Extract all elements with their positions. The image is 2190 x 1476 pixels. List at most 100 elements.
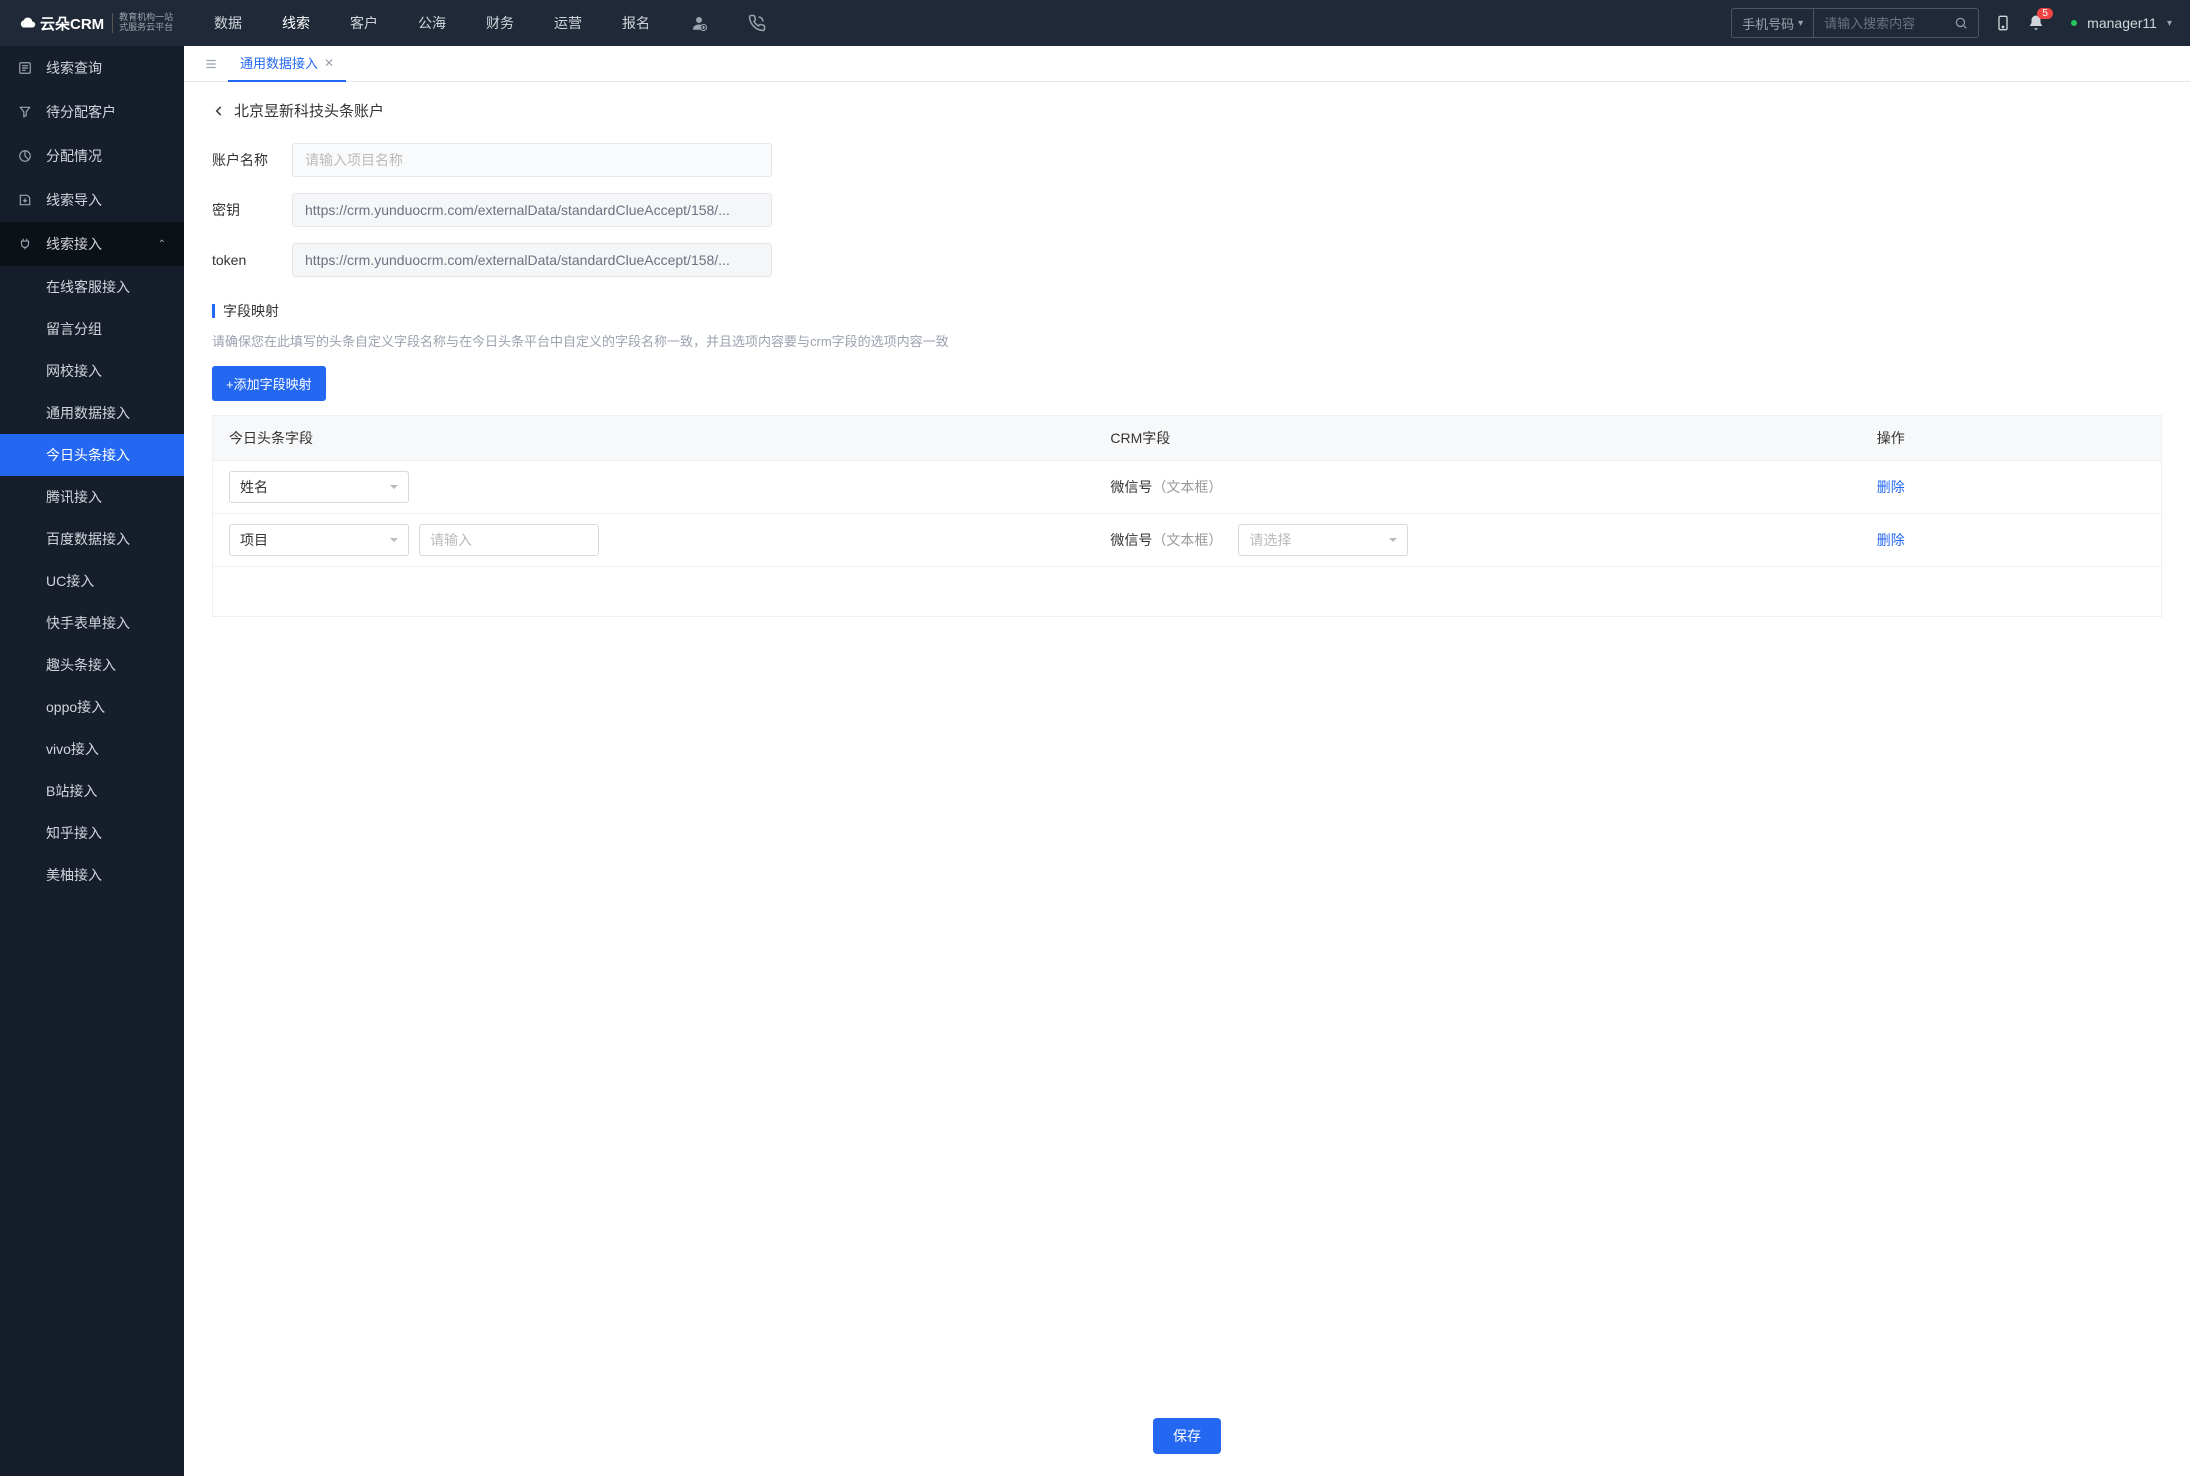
td-crm: 微信号（文本框） bbox=[1110, 477, 1876, 497]
section-desc: 请确保您在此填写的头条自定义字段名称与在今日头条平台中自定义的字段名称一致，并且… bbox=[212, 331, 2162, 350]
secret-label: 密钥 bbox=[212, 200, 292, 220]
th-op: 操作 bbox=[1877, 428, 2145, 448]
sidebar-sub-vivo[interactable]: vivo接入 bbox=[0, 728, 184, 770]
content: 北京昱新科技头条账户 账户名称 密钥 token 字段映射 请确保您在此填写的头… bbox=[184, 82, 2190, 1476]
toutiao-field-select[interactable]: 姓名 bbox=[229, 471, 409, 503]
logo-text: 云朵CRM bbox=[40, 13, 104, 34]
sidebar-sub-kuaishou[interactable]: 快手表单接入 bbox=[0, 602, 184, 644]
crm-field-type: （文本框） bbox=[1152, 479, 1222, 495]
table-row-empty bbox=[213, 566, 2161, 616]
nav-customers[interactable]: 客户 bbox=[330, 0, 398, 46]
sidebar-sub-uc[interactable]: UC接入 bbox=[0, 560, 184, 602]
search-type-label: 手机号码 bbox=[1742, 14, 1794, 33]
form-row-name: 账户名称 bbox=[212, 143, 2162, 177]
delete-button[interactable]: 删除 bbox=[1877, 532, 1905, 548]
status-dot bbox=[2071, 20, 2077, 26]
section-bar bbox=[212, 304, 215, 318]
td-op: 删除 bbox=[1877, 477, 2145, 497]
bell-icon[interactable]: 5 bbox=[2027, 14, 2045, 32]
notification-badge: 5 bbox=[2037, 8, 2053, 19]
name-label: 账户名称 bbox=[212, 150, 292, 170]
nav-data[interactable]: 数据 bbox=[194, 0, 262, 46]
add-mapping-button[interactable]: +添加字段映射 bbox=[212, 366, 326, 401]
sidebar-label: 待分配客户 bbox=[46, 102, 116, 122]
name-input[interactable] bbox=[292, 143, 772, 177]
toutiao-extra-input[interactable] bbox=[419, 524, 599, 556]
sidebar-label: 线索查询 bbox=[46, 58, 102, 78]
save-button[interactable]: 保存 bbox=[1153, 1418, 1221, 1454]
mapping-table: 今日头条字段 CRM字段 操作 姓名 微信号（文本框） 删除 bbox=[212, 415, 2162, 617]
logo-subtitle: 教育机构一站 式服务云平台 bbox=[112, 13, 173, 33]
sidebar-label: 线索接入 bbox=[46, 234, 102, 254]
sidebar: 线索查询 待分配客户 分配情况 线索导入 线索接入 ⌃ 在线客服接入 留言分组 … bbox=[0, 46, 184, 1476]
sidebar-sub-message-group[interactable]: 留言分组 bbox=[0, 308, 184, 350]
secret-input[interactable] bbox=[292, 193, 772, 227]
search-input[interactable] bbox=[1814, 16, 1944, 31]
token-input[interactable] bbox=[292, 243, 772, 277]
sidebar-sub-qutoutiao[interactable]: 趣头条接入 bbox=[0, 644, 184, 686]
th-crm: CRM字段 bbox=[1110, 428, 1876, 448]
nav-signup[interactable]: 报名 bbox=[602, 0, 670, 46]
toutiao-field-select[interactable]: 项目 bbox=[229, 524, 409, 556]
nav-clues[interactable]: 线索 bbox=[262, 0, 330, 46]
nav-public[interactable]: 公海 bbox=[398, 0, 466, 46]
sidebar-item-query[interactable]: 线索查询 bbox=[0, 46, 184, 90]
import-icon bbox=[18, 193, 34, 207]
chevron-up-icon: ⌃ bbox=[158, 239, 166, 250]
table-row: 项目 微信号（文本框） 请选择 删除 bbox=[213, 513, 2161, 566]
close-icon[interactable]: ✕ bbox=[324, 56, 334, 70]
tab-generic-access[interactable]: 通用数据接入 ✕ bbox=[228, 46, 346, 82]
td-toutiao: 项目 bbox=[229, 524, 1110, 556]
sidebar-sub-generic[interactable]: 通用数据接入 bbox=[0, 392, 184, 434]
select-value: 姓名 bbox=[240, 477, 268, 497]
sidebar-sub-online-cs[interactable]: 在线客服接入 bbox=[0, 266, 184, 308]
user-name: manager11 bbox=[2087, 15, 2157, 31]
delete-button[interactable]: 删除 bbox=[1877, 479, 1905, 495]
sidebar-item-access[interactable]: 线索接入 ⌃ bbox=[0, 222, 184, 266]
main: 通用数据接入 ✕ 北京昱新科技头条账户 账户名称 密钥 token bbox=[184, 46, 2190, 1476]
logo[interactable]: 云朵CRM 教育机构一站 式服务云平台 bbox=[18, 13, 184, 34]
page-title: 北京昱新科技头条账户 bbox=[234, 100, 384, 121]
sidebar-item-import[interactable]: 线索导入 bbox=[0, 178, 184, 222]
sidebar-sub-school[interactable]: 网校接入 bbox=[0, 350, 184, 392]
crm-field-name: 微信号 bbox=[1110, 532, 1152, 548]
search-type-select[interactable]: 手机号码 ▾ bbox=[1732, 9, 1814, 37]
sidebar-sub-zhihu[interactable]: 知乎接入 bbox=[0, 812, 184, 854]
page-header: 北京昱新科技头条账户 bbox=[212, 100, 2162, 121]
sidebar-item-pending[interactable]: 待分配客户 bbox=[0, 90, 184, 134]
td-op: 删除 bbox=[1877, 530, 2145, 550]
header-right: 手机号码 ▾ 5 manager11 ▾ bbox=[1731, 8, 2172, 38]
phone-icon[interactable] bbox=[1995, 13, 2011, 33]
sidebar-sub-meiyou[interactable]: 美柚接入 bbox=[0, 854, 184, 896]
th-toutiao: 今日头条字段 bbox=[229, 428, 1110, 448]
search-box: 手机号码 ▾ bbox=[1731, 8, 1979, 38]
nav-phone-icon[interactable] bbox=[728, 0, 786, 46]
tabs-toggle-icon[interactable] bbox=[194, 57, 228, 71]
search-button[interactable] bbox=[1944, 16, 1978, 30]
sidebar-sub-baidu[interactable]: 百度数据接入 bbox=[0, 518, 184, 560]
select-placeholder: 请选择 bbox=[1249, 530, 1291, 550]
chevron-down-icon: ▾ bbox=[2167, 18, 2172, 29]
footer-bar: 保存 bbox=[184, 1404, 2190, 1476]
crm-field-select[interactable]: 请选择 bbox=[1238, 524, 1408, 556]
sidebar-item-allocation[interactable]: 分配情况 bbox=[0, 134, 184, 178]
table-row: 姓名 微信号（文本框） 删除 bbox=[213, 460, 2161, 513]
section-title: 字段映射 bbox=[223, 301, 279, 321]
sidebar-sub-oppo[interactable]: oppo接入 bbox=[0, 686, 184, 728]
back-arrow-icon[interactable] bbox=[212, 104, 226, 118]
nav-ops[interactable]: 运营 bbox=[534, 0, 602, 46]
form-row-secret: 密钥 bbox=[212, 193, 2162, 227]
td-crm: 微信号（文本框） 请选择 bbox=[1110, 524, 1876, 556]
crm-field-name: 微信号 bbox=[1110, 479, 1152, 495]
nav-user-icon[interactable] bbox=[670, 0, 728, 46]
tabs-bar: 通用数据接入 ✕ bbox=[184, 46, 2190, 82]
filter-icon bbox=[18, 105, 34, 119]
form-row-token: token bbox=[212, 243, 2162, 277]
sidebar-sub-toutiao[interactable]: 今日头条接入 bbox=[0, 434, 184, 476]
nav-finance[interactable]: 财务 bbox=[466, 0, 534, 46]
sidebar-label: 分配情况 bbox=[46, 146, 102, 166]
user-menu[interactable]: manager11 ▾ bbox=[2061, 15, 2172, 31]
sidebar-sub-bilibili[interactable]: B站接入 bbox=[0, 770, 184, 812]
sidebar-sub-tencent[interactable]: 腾讯接入 bbox=[0, 476, 184, 518]
td-toutiao: 姓名 bbox=[229, 471, 1110, 503]
